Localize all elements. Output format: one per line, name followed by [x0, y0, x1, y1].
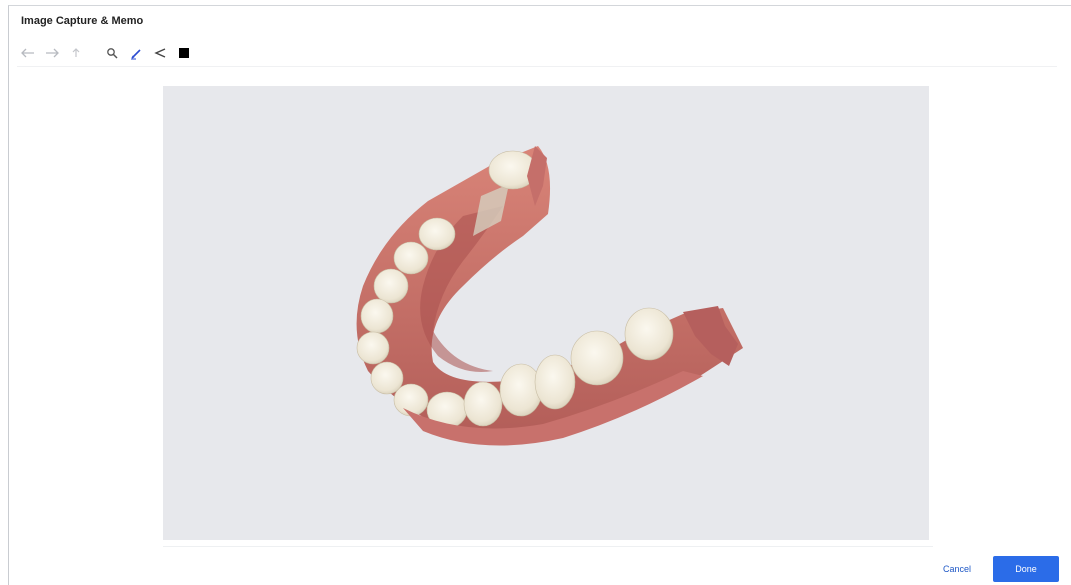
- pen-icon[interactable]: [125, 42, 147, 64]
- image-capture-dialog: Image Capture & Memo: [8, 5, 1071, 585]
- capture-canvas[interactable]: [163, 86, 929, 540]
- dental-arch-scan-image: [356, 146, 743, 446]
- done-button[interactable]: Done: [993, 556, 1059, 582]
- reset-icon[interactable]: [65, 42, 87, 64]
- undo-icon[interactable]: [17, 42, 39, 64]
- line-icon[interactable]: [149, 42, 171, 64]
- drawing-toolbar: [17, 40, 1057, 67]
- magnify-icon[interactable]: [101, 42, 123, 64]
- cancel-button[interactable]: Cancel: [934, 558, 980, 580]
- color-swatch-icon[interactable]: [173, 42, 195, 64]
- footer-divider: [163, 546, 933, 547]
- redo-icon[interactable]: [41, 42, 63, 64]
- dialog-title: Image Capture & Memo: [21, 15, 144, 27]
